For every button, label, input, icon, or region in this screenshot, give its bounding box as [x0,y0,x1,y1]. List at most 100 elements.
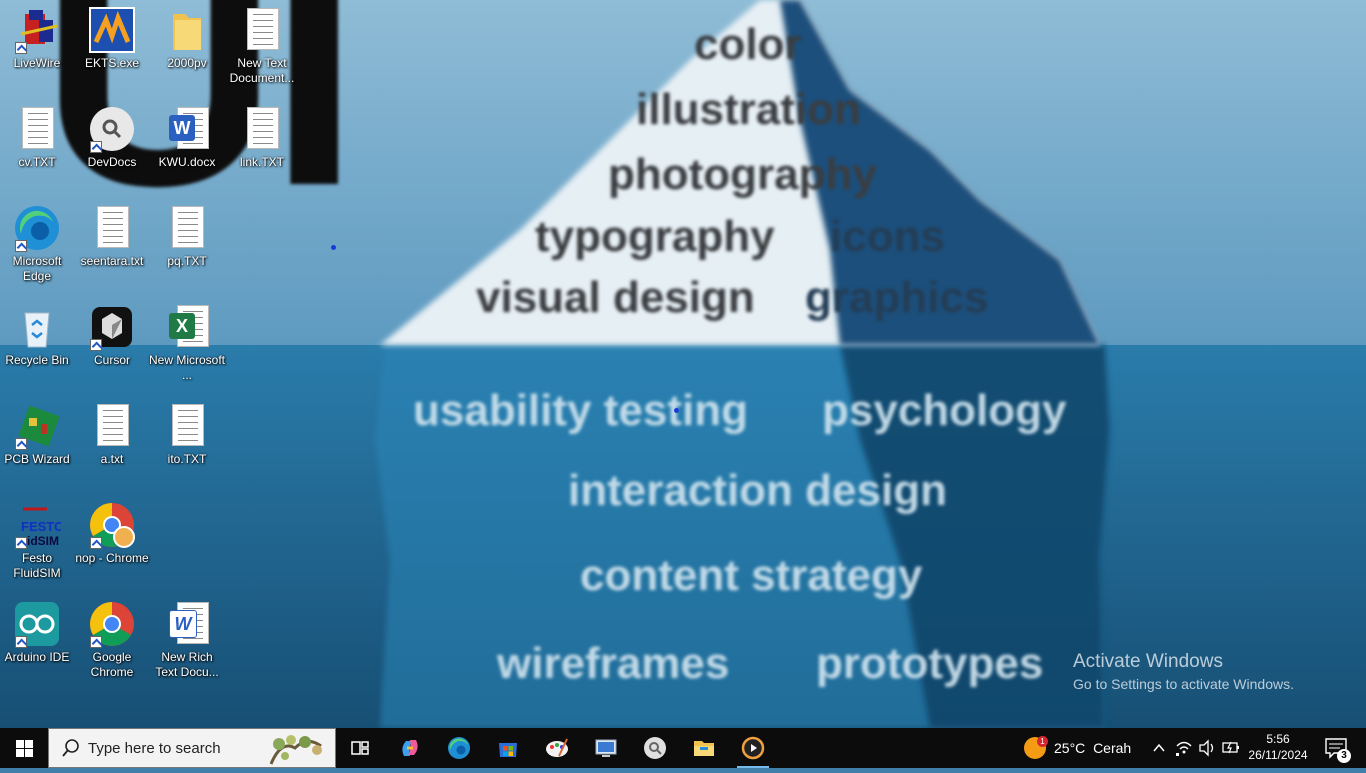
edge-app-icon [13,204,61,252]
desktop-icon-microsoft-edge[interactable]: Microsoft Edge [0,200,75,284]
weather-text: 25°C Cerah [1054,740,1131,756]
copilot-icon [402,740,418,756]
recycle-bin-icon [13,303,61,351]
taskbar-media-player[interactable] [729,728,777,768]
desktop-icon-a-txt[interactable]: a.txt [74,398,150,467]
shortcut-arrow-icon [90,537,102,549]
notification-count-badge: 3 [1337,749,1351,763]
windows-logo-icon [16,740,33,757]
desktop-icon-google-chrome[interactable]: Google Chrome [74,596,150,680]
chevron-up-icon [1153,743,1165,752]
pcb-wizard-app-icon [13,402,61,450]
iceberg-word-interaction-design: interaction design [568,466,947,515]
desktop-icon-arduino-ide[interactable]: Arduino IDE [0,596,75,665]
desktop-icon-label: Microsoft Edge [12,254,62,283]
task-view-icon [351,741,369,755]
desktop-icon-label: 2000pv [167,56,207,70]
desktop-icon-seentara-txt[interactable]: seentara.txt [74,200,150,269]
taskbar-microsoft-store[interactable] [484,728,532,768]
activate-windows-subtitle: Go to Settings to activate Windows. [1073,676,1294,692]
taskbar-file-explorer[interactable] [680,728,728,768]
iceberg-word-visual-design: visual design [476,273,755,322]
devdocs-icon [644,737,666,759]
desktop-icon-livewire[interactable]: LiveWire [0,2,75,71]
text-file-icon [238,6,286,54]
taskbar-devdocs[interactable] [631,728,679,768]
rich-text-document-icon: W [163,600,211,648]
iceberg-word-icons: icons [830,212,945,261]
speaker-icon [1199,739,1214,757]
taskbar-clock[interactable]: 5:56 26/11/2024 [1244,731,1312,763]
iceberg-word-illustration: illustration [636,85,861,134]
word-logo-icon: W [169,115,195,141]
desktop-icon-nop-chrome[interactable]: nop - Chrome [74,497,150,566]
desktop-icon-new-microsoft-excel[interactable]: X New Microsoft ... [149,299,225,383]
desktop-icon-recycle-bin[interactable]: Recycle Bin [0,299,75,368]
battery-button[interactable] [1220,728,1242,768]
excel-document-icon: X [163,303,211,351]
clock-date: 26/11/2024 [1248,748,1308,762]
desktop-icon-label: Festo FluidSIM [13,551,61,580]
desktop-icon-label: EKTS.exe [84,56,140,70]
desktop-icon-label: PCB Wizard [4,452,70,466]
taskbar-edge[interactable] [435,728,483,768]
taskbar-weather-widget[interactable]: 1 25°C Cerah [1022,728,1142,768]
text-file-icon [163,204,211,252]
desktop-icon-festo-fluidsim[interactable]: FESTO idSIM Festo FluidSIM [0,497,75,581]
desktop-icon-label: Google Chrome [90,650,134,679]
iceberg-word-content-strategy: content strategy [580,551,923,600]
desktop-icon-label: New Microsoft ... [149,353,226,382]
desktop-icon-ekts-exe[interactable]: EKTS.exe [74,2,150,71]
desktop-icon-ito-txt[interactable]: ito.TXT [149,398,225,467]
devdocs-app-icon [88,105,136,153]
desktop-icon-pcb-wizard[interactable]: PCB Wizard [0,398,75,467]
desktop-icon-pq-txt[interactable]: pq.TXT [149,200,225,269]
desktop-icon-label: ito.TXT [167,452,207,466]
iceberg-word-usability-testing: usability testing [413,386,748,435]
shortcut-arrow-icon [15,537,27,549]
folder-icon [163,6,211,54]
taskbar-paint[interactable] [533,728,581,768]
chrome-app-icon [88,600,136,648]
desktop-icon-link-txt[interactable]: link.TXT [224,101,300,170]
desktop-icon-devdocs[interactable]: DevDocs [74,101,150,170]
remote-desktop-icon [595,739,617,757]
text-file-icon [163,402,211,450]
taskbar-task-view[interactable] [336,728,384,768]
iceberg-word-photography: photography [608,150,877,199]
desktop-icon-label: Arduino IDE [4,650,70,664]
show-hidden-icons-button[interactable] [1148,728,1170,768]
desktop-icon-label: link.TXT [239,155,284,169]
desktop-icon-kwu-docx[interactable]: W KWU.docx [149,101,225,170]
taskbar-remote-desktop[interactable] [582,728,630,768]
desktop-icon-cv-txt[interactable]: cv.TXT [0,101,75,170]
volume-button[interactable] [1196,728,1218,768]
folder-icon [694,741,714,756]
network-button[interactable] [1173,728,1195,768]
word-document-icon: W [163,105,211,153]
notification-center-button[interactable]: 3 [1318,728,1358,768]
excel-logo-icon: X [169,313,195,339]
wallpaper-dot [674,408,679,413]
start-button[interactable] [0,728,48,768]
paint-icon [546,738,568,757]
desktop-icon-label: New Rich Text Docu... [155,650,219,679]
clock-time: 5:56 [1266,732,1290,746]
iceberg-word-psychology: psychology [822,386,1067,435]
desktop-icon-label: Cursor [93,353,130,367]
notification-icon [1325,738,1347,759]
shortcut-arrow-icon [90,636,102,648]
iceberg-word-typography: typography [535,212,775,261]
taskbar-copilot[interactable] [386,728,434,768]
desktop-icon-cursor[interactable]: Cursor [74,299,150,368]
taskbar-search-box[interactable]: Type here to search [48,728,336,768]
desktop-icon-2000pv[interactable]: 2000pv [149,2,225,71]
text-file-icon [13,105,61,153]
desktop-icon-new-rich-text[interactable]: W New Rich Text Docu... [149,596,225,680]
desktop-icon-label: DevDocs [87,155,137,169]
weather-alert-badge: 1 [1037,736,1048,747]
livewire-app-icon [13,6,61,54]
iceberg-word-graphics: graphics [805,273,989,322]
desktop-icon-new-text-document[interactable]: New Text Document... [224,2,300,86]
iceberg-word-wireframes: wireframes [497,639,730,688]
